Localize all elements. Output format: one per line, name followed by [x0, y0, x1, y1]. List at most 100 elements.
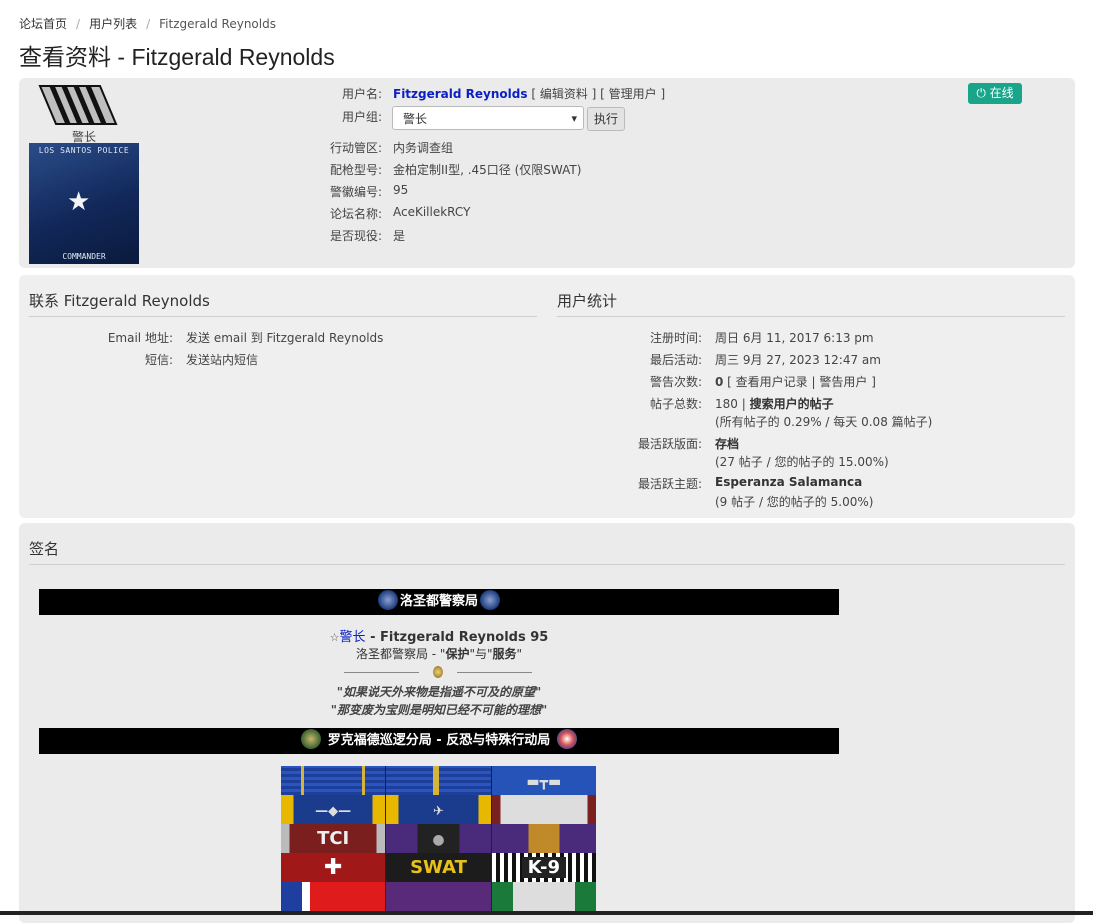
ribbon-row: —◆— ✈ — [281, 795, 596, 824]
manage-user-link[interactable]: 管理用户 — [609, 87, 657, 101]
username-label: 用户名: — [341, 87, 382, 101]
ribbon-swat-text: SWAT — [410, 857, 467, 878]
ribbon — [386, 766, 492, 795]
quote-line-1: "如果说天外来物是指遥不可及的原望" — [336, 685, 542, 699]
ribbon: TCI — [281, 824, 387, 853]
contact-heading: 联系 Fitzgerald Reynolds — [29, 292, 210, 310]
lspd-banner: 洛圣都警察局 — [39, 589, 839, 615]
ribbon: ✚ — [281, 853, 387, 882]
motto-suffix: " — [516, 647, 523, 661]
email-label: Email 地址: — [107, 331, 173, 345]
signature-heading: 签名 — [29, 540, 60, 558]
ribbon — [281, 882, 387, 911]
ribbon: K-9 — [491, 853, 596, 882]
lspd-emblem-icon — [377, 589, 398, 610]
divider — [344, 672, 419, 673]
motto-line: 洛圣都警察局 - "保护"与"服务" — [39, 645, 839, 662]
ribbon — [281, 766, 387, 795]
swat-emblem-icon — [556, 728, 577, 749]
field-value: AceKillekRCY — [393, 205, 471, 219]
ribbon-row: ▬┳▬ — [281, 766, 596, 795]
username-row: Fitzgerald Reynolds [ 编辑资料 ] [ 管理用户 ] — [393, 87, 666, 101]
ribbon: —◆— — [281, 795, 387, 824]
avatar-top-text: LOS SANTOS POLICE — [38, 146, 130, 155]
field-label: 配枪型号: — [329, 163, 382, 177]
avatar-bottom-text: COMMANDER — [62, 252, 106, 261]
breadcrumb-users[interactable]: 用户列表 — [89, 17, 137, 31]
motto-serve: 服务 — [492, 647, 517, 661]
ribbon: ▬┳▬ — [491, 766, 596, 795]
helicopter-icon: ✈ — [433, 804, 444, 819]
field-value: 内务调查组 — [393, 141, 454, 155]
badge-icon — [433, 666, 443, 678]
online-badge-label: 在线 — [989, 86, 1014, 100]
active-forum-link[interactable]: 存档 — [715, 435, 739, 452]
division-emblem-icon — [301, 728, 322, 749]
ribbon: SWAT — [386, 853, 492, 882]
username-link[interactable]: Fitzgerald Reynolds — [393, 87, 528, 101]
search-posts-link[interactable]: 搜索用户的帖子 — [750, 397, 834, 411]
ribbon-k9-text: K-9 — [521, 857, 567, 878]
posts-row: 180 | 搜索用户的帖子 — [715, 397, 834, 411]
signature-content: 洛圣都警察局 ☆警长 - Fitzgerald Reynolds 95 洛圣都警… — [39, 589, 839, 911]
rockford-banner: 罗克福德巡逻分局 - 反恐与特殊行动局 — [39, 728, 839, 754]
exec-button[interactable]: 执行 — [587, 107, 625, 131]
lspd-emblem-icon — [480, 589, 500, 610]
profile-panel: 警长 LOS SANTOS POLICE ★ COMMANDER 用户名: Fi… — [19, 78, 1075, 268]
view-record-link[interactable]: 查看用户记录 — [736, 375, 808, 389]
avatar: LOS SANTOS POLICE ★ COMMANDER — [29, 143, 139, 264]
contact-stats-panel: 联系 Fitzgerald Reynolds Email 地址: 发送 emai… — [19, 275, 1075, 518]
active-forum-label: 最活跃版面: — [637, 437, 702, 451]
quote-line-2: "那变废为宝则是明知已经不可能的理想" — [330, 703, 548, 717]
divider — [457, 672, 532, 673]
signature-name: - Fitzgerald Reynolds 95 — [365, 630, 549, 645]
send-pm-link[interactable]: 发送站内短信 — [186, 351, 258, 368]
field-label: 行动管区: — [329, 141, 382, 155]
active-topic-detail: (9 帖子 / 您的帖子的 5.00%) — [715, 495, 874, 509]
signature-rank-link[interactable]: 警长 — [340, 630, 366, 645]
divider — [557, 316, 1065, 317]
field-value: 95 — [393, 183, 409, 197]
ribbon: ● — [386, 824, 492, 853]
online-badge: ⏻ 在线 — [968, 83, 1022, 104]
ribbon — [491, 795, 596, 824]
posts-count: 180 — [715, 397, 738, 411]
warnings-label: 警告次数: — [649, 375, 702, 389]
helmet-icon: ● — [432, 832, 445, 848]
breadcrumb-current: Fitzgerald Reynolds — [159, 17, 276, 31]
chevron-down-icon: ▾ — [571, 112, 577, 125]
breadcrumb-home[interactable]: 论坛首页 — [19, 17, 67, 31]
joined-value: 周日 6月 11, 2017 6:13 pm — [715, 331, 874, 345]
window-bottom-edge — [0, 911, 1093, 915]
active-topic-link[interactable]: Esperanza Salamanca — [715, 475, 862, 489]
ribbon: ✈ — [386, 795, 492, 824]
star-icon: ★ — [67, 187, 91, 217]
breadcrumb: 论坛首页 / 用户列表 / Fitzgerald Reynolds — [19, 15, 276, 32]
group-select[interactable]: 警长 ▾ — [392, 106, 584, 130]
cross-icon: ✚ — [323, 855, 343, 880]
last-active-value: 周三 9月 27, 2023 12:47 am — [715, 353, 881, 367]
edit-profile-link[interactable]: 编辑资料 — [540, 87, 588, 101]
posts-label: 帖子总数: — [649, 397, 702, 411]
posts-detail: (所有帖子的 0.29% / 每天 0.08 篇帖子) — [715, 415, 933, 429]
page-title: 查看资料 - Fitzgerald Reynolds — [19, 44, 335, 70]
breadcrumb-separator: / — [76, 17, 81, 31]
divider — [29, 316, 537, 317]
ribbon — [386, 882, 492, 911]
divider — [29, 564, 1065, 565]
motto-and: "与" — [469, 647, 493, 661]
last-active-label: 最后活动: — [649, 353, 702, 367]
send-email-link[interactable]: 发送 email 到 Fitzgerald Reynolds — [186, 329, 383, 346]
wings-icon: —◆— — [315, 804, 352, 819]
power-icon: ⏻ — [976, 86, 986, 100]
warnings-count: 0 — [715, 375, 724, 389]
ribbon-rack: ▬┳▬ —◆— ✈ TCI ● ✚ SWAT K-9 — [281, 766, 596, 911]
warn-user-link[interactable]: 警告用户 — [819, 375, 867, 389]
motto-prefix: 洛圣都警察局 - " — [355, 647, 446, 661]
rank-insignia-icon — [38, 85, 118, 125]
ribbon-row: ✚ SWAT K-9 — [281, 853, 596, 882]
signature-panel: 签名 洛圣都警察局 ☆警长 - Fitzgerald Reynolds 95 洛… — [19, 523, 1075, 923]
rifle-icon: ▬┳▬ — [526, 774, 562, 790]
joined-label: 注册时间: — [649, 331, 702, 345]
warnings-row: 0 [ 查看用户记录 | 警告用户 ] — [715, 375, 876, 389]
